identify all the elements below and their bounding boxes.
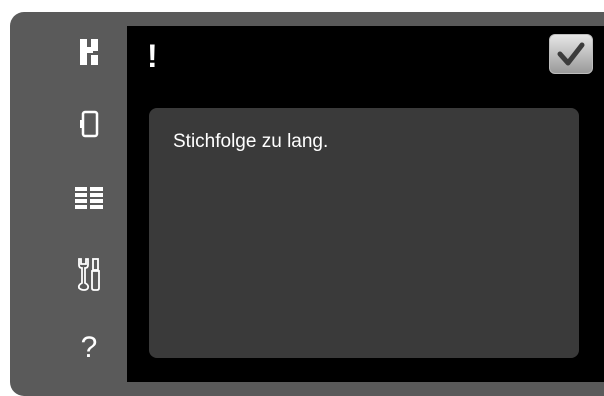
checkmark-icon — [557, 42, 585, 66]
tools-icon — [77, 258, 100, 291]
sidebar-item-help[interactable]: ? — [54, 328, 124, 368]
message-box: Stichfolge zu lang. — [149, 108, 579, 358]
hoop-icon — [80, 110, 99, 138]
message-text: Stichfolge zu lang. — [173, 131, 329, 152]
sidebar-item-tools[interactable] — [54, 254, 124, 294]
stitch-menu-icon — [75, 187, 103, 209]
presser-foot-icon — [80, 39, 98, 65]
sidebar-item-hoop[interactable] — [54, 104, 124, 144]
help-icon: ? — [80, 331, 98, 364]
sidebar-item-stitch-menu[interactable] — [54, 178, 124, 218]
sidebar: ? — [54, 26, 124, 382]
confirm-button[interactable] — [549, 34, 593, 74]
message-screen: ! Stichfolge zu lang. — [127, 26, 604, 382]
sidebar-item-presser-foot[interactable] — [54, 32, 124, 72]
alert-icon: ! — [147, 38, 158, 74]
